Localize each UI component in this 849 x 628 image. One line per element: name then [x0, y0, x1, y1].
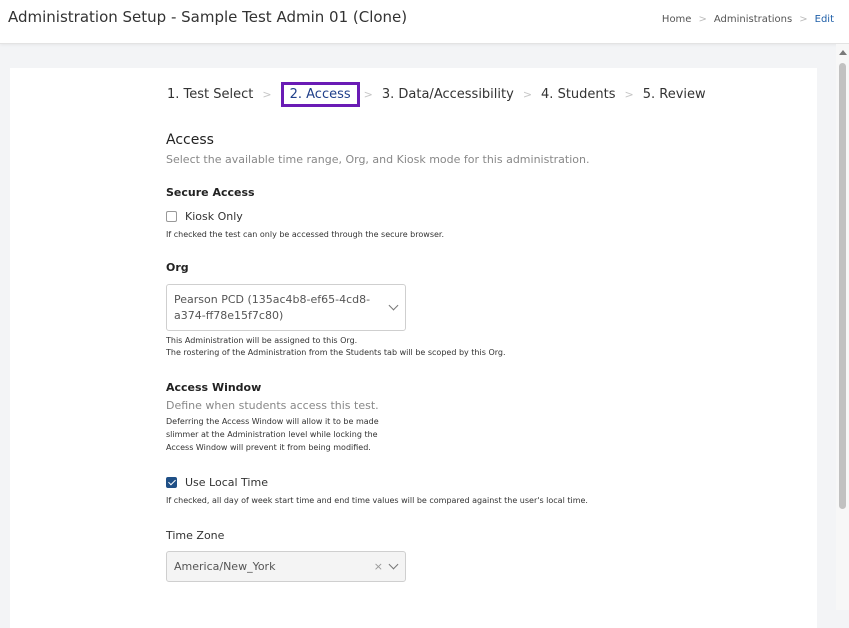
- chevron-right-icon: >: [262, 87, 272, 101]
- page-title: Administration Setup - Sample Test Admin…: [8, 8, 408, 26]
- top-bar: Administration Setup - Sample Test Admin…: [0, 0, 849, 44]
- chevron-right-icon: >: [522, 87, 533, 101]
- breadcrumb-current: Edit: [814, 14, 834, 25]
- kiosk-only-checkbox[interactable]: [166, 211, 177, 222]
- chevron-right-icon: >: [698, 14, 707, 25]
- org-value-line2: a374-ff78e15f7c80): [174, 308, 284, 322]
- wizard-steps: 1. Test Select > 2. Access > 3. Data/Acc…: [167, 80, 706, 108]
- access-window-help: Deferring the Access Window will allow i…: [166, 415, 686, 454]
- org-select-value: Pearson PCD (135ac4b8-ef65-4cd8- a374-ff…: [167, 286, 400, 330]
- chevron-down-icon[interactable]: [388, 559, 399, 570]
- scroll-up-arrow-icon[interactable]: [839, 50, 847, 55]
- kiosk-only-label: Kiosk Only: [185, 210, 243, 223]
- kiosk-help-text: If checked the test can only be accessed…: [166, 230, 444, 239]
- access-window-label: Access Window: [166, 381, 262, 394]
- org-help-text: This Administration will be assigned to …: [166, 335, 686, 359]
- main-card: 1. Test Select > 2. Access > 3. Data/Acc…: [10, 68, 817, 628]
- access-window-help-line2: slimmer at the Administration level whil…: [166, 430, 378, 439]
- org-help-line2: The rostering of the Administration from…: [166, 348, 506, 357]
- access-window-help-line1: Deferring the Access Window will allow i…: [166, 417, 379, 426]
- step-students[interactable]: 4. Students: [541, 87, 615, 102]
- section-title: Access: [166, 132, 214, 148]
- org-select[interactable]: Pearson PCD (135ac4b8-ef65-4cd8- a374-ff…: [166, 284, 406, 331]
- scrollbar-thumb[interactable]: [839, 63, 846, 509]
- local-time-help-text: If checked, all day of week start time a…: [166, 496, 588, 505]
- breadcrumb: Home > Administrations > Edit: [662, 14, 834, 25]
- org-help-line1: This Administration will be assigned to …: [166, 336, 358, 345]
- org-label: Org: [166, 261, 189, 274]
- access-form: Access Select the available time range, …: [166, 132, 686, 582]
- chevron-right-icon: >: [624, 87, 634, 101]
- page-scrollbar[interactable]: [836, 44, 849, 610]
- breadcrumb-home[interactable]: Home: [662, 14, 692, 25]
- breadcrumb-administrations[interactable]: Administrations: [714, 14, 792, 25]
- access-window-subtitle: Define when students access this test.: [166, 399, 379, 412]
- use-local-time-checkbox[interactable]: [166, 477, 177, 488]
- time-zone-label: Time Zone: [166, 529, 225, 542]
- clear-icon[interactable]: ×: [374, 561, 383, 572]
- step-review[interactable]: 5. Review: [643, 87, 706, 102]
- use-local-time-label: Use Local Time: [185, 476, 268, 489]
- section-subtitle: Select the available time range, Org, an…: [166, 153, 590, 166]
- time-zone-value: America/New_York: [174, 559, 276, 573]
- chevron-right-icon: >: [363, 87, 373, 101]
- kiosk-only-row[interactable]: Kiosk Only: [166, 210, 686, 223]
- step-data-accessibility[interactable]: 3. Data/Accessibility: [382, 87, 514, 102]
- org-value-line1: Pearson PCD (135ac4b8-ef65-4cd8-: [174, 292, 371, 306]
- use-local-time-row[interactable]: Use Local Time: [166, 476, 686, 489]
- access-window-help-line3: Access Window will prevent it from being…: [166, 443, 371, 452]
- step-test-select[interactable]: 1. Test Select: [167, 87, 253, 102]
- step-access[interactable]: 2. Access: [280, 81, 360, 107]
- chevron-right-icon: >: [799, 14, 808, 25]
- time-zone-select[interactable]: America/New_York ×: [166, 551, 406, 582]
- secure-access-label: Secure Access: [166, 186, 255, 199]
